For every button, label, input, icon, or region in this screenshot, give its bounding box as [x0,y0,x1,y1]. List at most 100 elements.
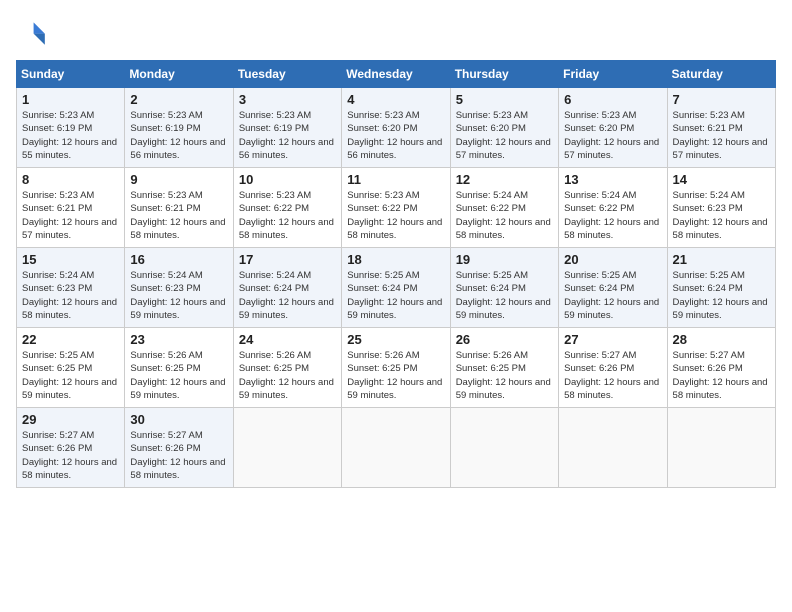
col-sunday: Sunday [17,61,125,88]
day-detail: Sunrise: 5:27 AMSunset: 6:26 PMDaylight:… [22,429,119,482]
day-detail: Sunrise: 5:23 AMSunset: 6:19 PMDaylight:… [22,109,119,162]
day-number: 4 [347,92,444,107]
day-number: 29 [22,412,119,427]
day-detail: Sunrise: 5:25 AMSunset: 6:24 PMDaylight:… [347,269,444,322]
table-row: 23 Sunrise: 5:26 AMSunset: 6:25 PMDayligh… [125,328,233,408]
day-number: 8 [22,172,119,187]
day-number: 2 [130,92,227,107]
day-detail: Sunrise: 5:23 AMSunset: 6:22 PMDaylight:… [239,189,336,242]
col-monday: Monday [125,61,233,88]
day-detail: Sunrise: 5:27 AMSunset: 6:26 PMDaylight:… [130,429,227,482]
day-number: 24 [239,332,336,347]
day-number: 7 [673,92,770,107]
logo-icon [16,16,48,48]
day-detail: Sunrise: 5:23 AMSunset: 6:21 PMDaylight:… [130,189,227,242]
table-row: 26 Sunrise: 5:26 AMSunset: 6:25 PMDayligh… [450,328,558,408]
day-detail: Sunrise: 5:23 AMSunset: 6:20 PMDaylight:… [564,109,661,162]
day-number: 21 [673,252,770,267]
table-row: 11 Sunrise: 5:23 AMSunset: 6:22 PMDayligh… [342,168,450,248]
day-detail: Sunrise: 5:25 AMSunset: 6:24 PMDaylight:… [456,269,553,322]
table-row: 6Sunrise: 5:23 AMSunset: 6:20 PMDaylight… [559,88,667,168]
day-detail: Sunrise: 5:27 AMSunset: 6:26 PMDaylight:… [673,349,770,402]
table-row: 20 Sunrise: 5:25 AMSunset: 6:24 PMDayligh… [559,248,667,328]
col-wednesday: Wednesday [342,61,450,88]
table-row: 30 Sunrise: 5:27 AMSunset: 6:26 PMDayligh… [125,408,233,488]
day-number: 13 [564,172,661,187]
col-tuesday: Tuesday [233,61,341,88]
day-number: 19 [456,252,553,267]
table-row: 18 Sunrise: 5:25 AMSunset: 6:24 PMDayligh… [342,248,450,328]
day-number: 17 [239,252,336,267]
day-number: 15 [22,252,119,267]
day-detail: Sunrise: 5:25 AMSunset: 6:25 PMDaylight:… [22,349,119,402]
day-number: 20 [564,252,661,267]
day-detail: Sunrise: 5:24 AMSunset: 6:24 PMDaylight:… [239,269,336,322]
table-row: 12 Sunrise: 5:24 AMSunset: 6:22 PMDayligh… [450,168,558,248]
day-detail: Sunrise: 5:26 AMSunset: 6:25 PMDaylight:… [347,349,444,402]
table-row: 4Sunrise: 5:23 AMSunset: 6:20 PMDaylight… [342,88,450,168]
table-row: 16 Sunrise: 5:24 AMSunset: 6:23 PMDayligh… [125,248,233,328]
day-detail: Sunrise: 5:24 AMSunset: 6:23 PMDaylight:… [130,269,227,322]
calendar-header-row: Sunday Monday Tuesday Wednesday Thursday… [17,61,776,88]
table-row: 15 Sunrise: 5:24 AMSunset: 6:23 PMDayligh… [17,248,125,328]
day-detail: Sunrise: 5:24 AMSunset: 6:22 PMDaylight:… [564,189,661,242]
table-row: 19 Sunrise: 5:25 AMSunset: 6:24 PMDayligh… [450,248,558,328]
table-row: 5Sunrise: 5:23 AMSunset: 6:20 PMDaylight… [450,88,558,168]
day-detail: Sunrise: 5:25 AMSunset: 6:24 PMDaylight:… [564,269,661,322]
page-header [16,16,776,48]
day-detail: Sunrise: 5:23 AMSunset: 6:22 PMDaylight:… [347,189,444,242]
day-number: 23 [130,332,227,347]
day-detail: Sunrise: 5:26 AMSunset: 6:25 PMDaylight:… [239,349,336,402]
day-detail: Sunrise: 5:23 AMSunset: 6:19 PMDaylight:… [130,109,227,162]
table-row: 13 Sunrise: 5:24 AMSunset: 6:22 PMDayligh… [559,168,667,248]
day-number: 9 [130,172,227,187]
logo [16,16,52,48]
empty-cell [450,408,558,488]
table-row: 24 Sunrise: 5:26 AMSunset: 6:25 PMDayligh… [233,328,341,408]
day-detail: Sunrise: 5:25 AMSunset: 6:24 PMDaylight:… [673,269,770,322]
day-detail: Sunrise: 5:23 AMSunset: 6:21 PMDaylight:… [673,109,770,162]
day-number: 5 [456,92,553,107]
table-row: 28 Sunrise: 5:27 AMSunset: 6:26 PMDayligh… [667,328,775,408]
day-number: 12 [456,172,553,187]
day-number: 22 [22,332,119,347]
table-row: 9 Sunrise: 5:23 AMSunset: 6:21 PMDaylight… [125,168,233,248]
day-detail: Sunrise: 5:24 AMSunset: 6:23 PMDaylight:… [22,269,119,322]
table-row: 7 Sunrise: 5:23 AMSunset: 6:21 PMDaylight… [667,88,775,168]
day-number: 14 [673,172,770,187]
day-detail: Sunrise: 5:23 AMSunset: 6:19 PMDaylight:… [239,109,336,162]
table-row: 29 Sunrise: 5:27 AMSunset: 6:26 PMDayligh… [17,408,125,488]
table-row: 21 Sunrise: 5:25 AMSunset: 6:24 PMDayligh… [667,248,775,328]
table-row: 8 Sunrise: 5:23 AMSunset: 6:21 PMDaylight… [17,168,125,248]
day-number: 28 [673,332,770,347]
table-row: 10 Sunrise: 5:23 AMSunset: 6:22 PMDayligh… [233,168,341,248]
calendar-body: 1Sunrise: 5:23 AMSunset: 6:19 PMDaylight… [17,88,776,488]
day-detail: Sunrise: 5:24 AMSunset: 6:22 PMDaylight:… [456,189,553,242]
empty-cell [233,408,341,488]
empty-cell [342,408,450,488]
table-row: 14 Sunrise: 5:24 AMSunset: 6:23 PMDayligh… [667,168,775,248]
day-number: 11 [347,172,444,187]
empty-cell [559,408,667,488]
day-number: 10 [239,172,336,187]
table-row: 17 Sunrise: 5:24 AMSunset: 6:24 PMDayligh… [233,248,341,328]
day-detail: Sunrise: 5:26 AMSunset: 6:25 PMDaylight:… [130,349,227,402]
day-detail: Sunrise: 5:27 AMSunset: 6:26 PMDaylight:… [564,349,661,402]
col-thursday: Thursday [450,61,558,88]
table-row: 22 Sunrise: 5:25 AMSunset: 6:25 PMDayligh… [17,328,125,408]
day-detail: Sunrise: 5:26 AMSunset: 6:25 PMDaylight:… [456,349,553,402]
calendar-table: Sunday Monday Tuesday Wednesday Thursday… [16,60,776,488]
day-number: 18 [347,252,444,267]
col-friday: Friday [559,61,667,88]
day-number: 16 [130,252,227,267]
day-detail: Sunrise: 5:24 AMSunset: 6:23 PMDaylight:… [673,189,770,242]
table-row: 25 Sunrise: 5:26 AMSunset: 6:25 PMDayligh… [342,328,450,408]
day-number: 3 [239,92,336,107]
day-number: 26 [456,332,553,347]
day-detail: Sunrise: 5:23 AMSunset: 6:21 PMDaylight:… [22,189,119,242]
table-row: 27 Sunrise: 5:27 AMSunset: 6:26 PMDayligh… [559,328,667,408]
day-number: 27 [564,332,661,347]
col-saturday: Saturday [667,61,775,88]
day-number: 30 [130,412,227,427]
day-number: 25 [347,332,444,347]
